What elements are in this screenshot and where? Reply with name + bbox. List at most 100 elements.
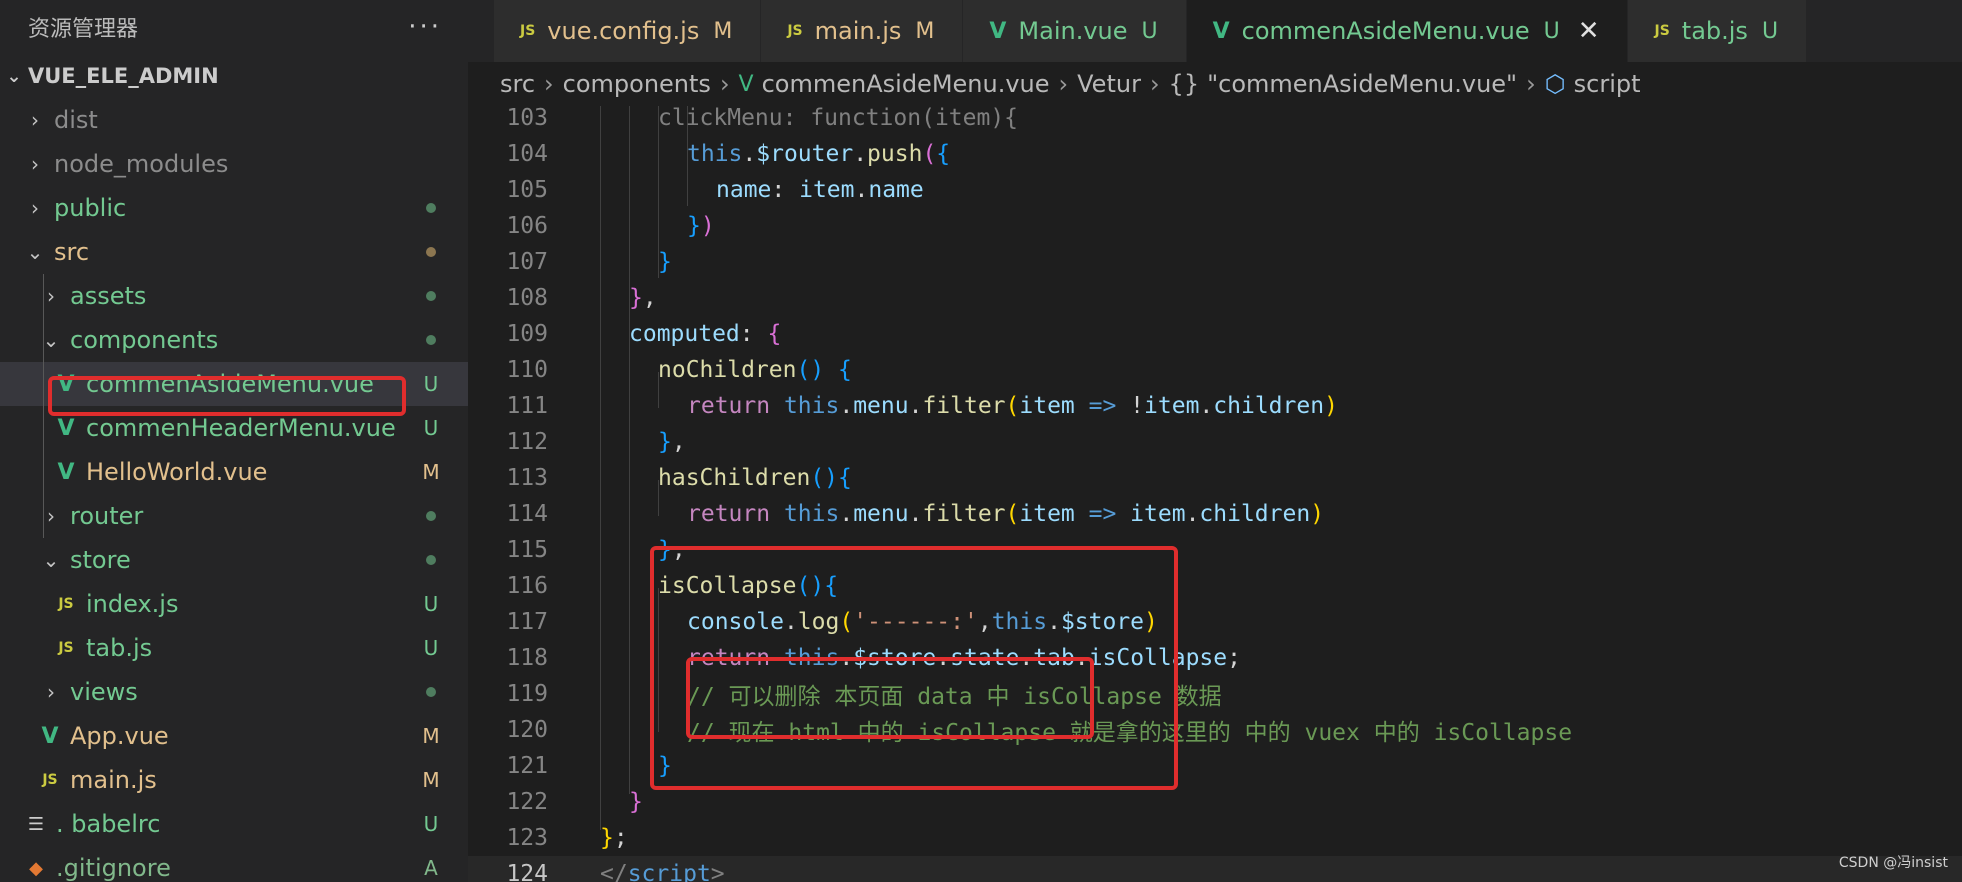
code-line[interactable]: 119 // 可以删除 本页面 data 中 isCollapse 数据	[468, 676, 1962, 712]
code-token: =>	[1074, 501, 1131, 527]
code-line[interactable]: 112},	[468, 424, 1962, 460]
breadcrumb-item[interactable]: "commenAsideMenu.vue"	[1207, 70, 1517, 98]
tree-item-label: . babelrc	[56, 810, 161, 838]
code-token: ,	[642, 285, 657, 311]
tree-item-babelrc[interactable]: ☰ . babelrc U	[0, 802, 468, 846]
tree-item-router[interactable]: › router	[0, 494, 468, 538]
breadcrumb-item[interactable]: components	[563, 70, 711, 98]
editor-area: JS vue.config.js M JS main.js M V Main.v…	[468, 0, 1962, 882]
chevron-right-icon: ›	[31, 196, 39, 220]
line-number: 104	[506, 141, 548, 167]
tree-item-dist[interactable]: › dist	[0, 98, 468, 142]
code-token: $store	[1060, 609, 1145, 635]
tree-item-node-modules[interactable]: › node_modules	[0, 142, 468, 186]
git-status-badge: A	[424, 856, 438, 880]
code-line[interactable]: 106})	[468, 208, 1962, 244]
code-line[interactable]: 114 return this.menu.filter(item => item.…	[468, 496, 1962, 532]
code-line[interactable]: 115},	[468, 532, 1962, 568]
git-status-badge: U	[423, 812, 439, 836]
code-text: </script>	[600, 861, 725, 882]
tree-item-views[interactable]: › views	[0, 670, 468, 714]
code-token: =>	[1074, 393, 1131, 419]
tree-item-app-vue[interactable]: V App.vue M	[0, 714, 468, 758]
code-line[interactable]: 109 computed: {	[468, 316, 1962, 352]
tree-item-assets[interactable]: › assets	[0, 274, 468, 318]
code-line[interactable]: 104 this.$router.push({	[468, 136, 1962, 172]
tree-item-tab-js[interactable]: JS tab.js U	[0, 626, 468, 670]
vue-file-icon: V	[989, 18, 1007, 44]
code-line[interactable]: 103 clickMenu: function(item){	[468, 106, 1962, 136]
code-line[interactable]: 123};	[468, 820, 1962, 856]
code-line[interactable]: 120 // 现在 html 中的 isCollapse 就是拿的这里的 中的 v…	[468, 712, 1962, 748]
line-number: 113	[506, 465, 548, 491]
code-line[interactable]: 108},	[468, 280, 1962, 316]
js-file-icon: JS	[42, 772, 58, 788]
tab-tab-js[interactable]: JS tab.js U	[1628, 0, 1808, 62]
tree-item-label: dist	[54, 106, 98, 134]
line-number: 117	[506, 609, 548, 635]
tree-item-index-js[interactable]: JS index.js U	[0, 582, 468, 626]
tab-vue-config-js[interactable]: JS vue.config.js M	[494, 0, 762, 62]
tree-item-components[interactable]: ⌄ components	[0, 318, 468, 362]
more-actions-icon[interactable]: ···	[408, 12, 442, 42]
code-token: menu	[853, 501, 909, 527]
tree-item-src[interactable]: ⌄ src	[0, 230, 468, 274]
code-token: }	[658, 753, 672, 779]
tree-item-label: components	[70, 326, 219, 354]
tab-commen-aside-menu[interactable]: V commenAsideMenu.vue U ✕	[1186, 0, 1629, 62]
tab-main-js[interactable]: JS main.js M	[761, 0, 964, 62]
code-line[interactable]: 122}	[468, 784, 1962, 820]
code-line[interactable]: 116 isCollapse(){	[468, 568, 1962, 604]
code-token: {	[936, 141, 951, 167]
tree-item-public[interactable]: › public	[0, 186, 468, 230]
tree-item-commen-header-menu[interactable]: V commenHeaderMenu.vue U	[0, 406, 468, 450]
tree-item-commen-aside-menu[interactable]: V commenAsideMenu.vue U	[0, 362, 468, 406]
tree-item-hello-world[interactable]: V HelloWorld.vue M	[0, 450, 468, 494]
tree-item-main-js[interactable]: JS main.js M	[0, 758, 468, 802]
tree-item-label: public	[54, 194, 127, 222]
code-token: {	[824, 573, 839, 599]
code-text: // 现在 html 中的 isCollapse 就是拿的这里的 中的 vuex…	[687, 713, 1572, 747]
line-number: 123	[506, 825, 548, 851]
breadcrumb-item[interactable]: commenAsideMenu.vue	[762, 70, 1050, 98]
close-icon[interactable]: ✕	[1578, 16, 1600, 46]
code-line[interactable]: 117 console.log('------:',this.$store)	[468, 604, 1962, 640]
code-token: children	[1199, 501, 1311, 527]
js-file-icon: JS	[787, 23, 803, 39]
code-token: .	[936, 645, 951, 671]
git-status-badge: U	[423, 372, 439, 396]
code-token: this	[991, 609, 1048, 635]
git-status-badge: U	[1543, 18, 1560, 44]
code-line[interactable]: 107}	[468, 244, 1962, 280]
chevron-down-icon: ⌄	[26, 240, 44, 264]
git-status-badge: M	[422, 768, 440, 792]
code-token: }	[658, 537, 672, 563]
tab-label: main.js	[814, 17, 902, 45]
code-token: ;	[613, 825, 628, 851]
code-line[interactable]: 111 return this.menu.filter(item => !item…	[468, 388, 1962, 424]
tab-main-vue[interactable]: V Main.vue U	[963, 0, 1187, 62]
code-line[interactable]: 118 return this.$store.state.tab.isCollap…	[468, 640, 1962, 676]
code-editor[interactable]: 103 clickMenu: function(item){104 this.$ro…	[468, 106, 1962, 882]
code-token: )	[1310, 501, 1325, 527]
code-token: .	[839, 501, 854, 527]
code-line[interactable]: 110 noChildren() {	[468, 352, 1962, 388]
code-line[interactable]: 124 </script>	[468, 856, 1962, 882]
code-token: .	[908, 393, 923, 419]
tree-item-gitignore[interactable]: ◆ .gitignore A	[0, 846, 468, 882]
code-line[interactable]: 121}	[468, 748, 1962, 784]
breadcrumb-item[interactable]: script	[1574, 70, 1641, 98]
untracked-dot-icon	[426, 511, 436, 521]
git-file-icon: ◆	[29, 857, 43, 879]
chevron-right-icon: ›	[1526, 70, 1536, 98]
breadcrumb-item[interactable]: src	[500, 70, 535, 98]
tab-label: vue.config.js	[547, 17, 700, 45]
tree-item-store[interactable]: ⌄ store	[0, 538, 468, 582]
code-text: computed: {	[629, 321, 781, 347]
git-status-badge: M	[713, 18, 733, 44]
code-line[interactable]: 105 name: item.name	[468, 172, 1962, 208]
code-line[interactable]: 113 hasChildren(){	[468, 460, 1962, 496]
breadcrumb-item[interactable]: Vetur	[1077, 70, 1141, 98]
project-root[interactable]: ⌄ VUE_ELE_ADMIN	[0, 54, 468, 98]
tree-item-label: node_modules	[54, 150, 229, 178]
